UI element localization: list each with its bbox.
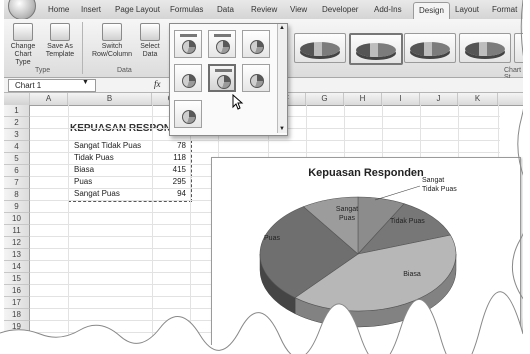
- grid-line: [30, 152, 500, 153]
- row-header[interactable]: 6: [4, 165, 30, 177]
- column-header[interactable]: A: [30, 93, 68, 105]
- row-header[interactable]: 8: [4, 189, 30, 201]
- column-header[interactable]: B: [68, 93, 152, 105]
- grid-line: [152, 105, 153, 345]
- row-header[interactable]: 3: [4, 129, 30, 141]
- row-header[interactable]: 16: [4, 285, 30, 297]
- chart-layout-7[interactable]: [174, 100, 202, 128]
- table-row-label[interactable]: Puas: [74, 176, 92, 188]
- chart-type-icon: [13, 23, 33, 41]
- grid-line: [30, 140, 500, 141]
- chart-layout-5[interactable]: [208, 64, 236, 92]
- pie-chart-object[interactable]: Kepuasan Responden Sangat Tidak Puas Tidak…: [211, 157, 521, 345]
- table-row-label[interactable]: Biasa: [74, 164, 94, 176]
- row-header[interactable]: 14: [4, 261, 30, 273]
- row-header[interactable]: 1: [4, 105, 30, 117]
- row-header[interactable]: 2: [4, 117, 30, 129]
- scroll-down-icon[interactable]: ▼: [279, 126, 285, 132]
- grid-line: [190, 105, 191, 345]
- table-row-label[interactable]: Sangat Puas: [74, 188, 120, 200]
- chart-layout-2[interactable]: [208, 30, 236, 58]
- chart-layout-gallery[interactable]: ▲ ▼: [169, 23, 288, 136]
- chart-layout-4[interactable]: [174, 64, 202, 92]
- tab-view[interactable]: View: [290, 5, 307, 14]
- save-as-template-button[interactable]: Save As Template: [42, 23, 78, 59]
- select-all-corner[interactable]: [4, 93, 30, 105]
- chart-layout-6[interactable]: [242, 64, 270, 92]
- group-label-data: Data: [117, 67, 132, 74]
- scroll-up-icon[interactable]: ▲: [279, 25, 285, 31]
- select-data-button[interactable]: Select Data: [136, 23, 164, 59]
- row-header[interactable]: 5: [4, 153, 30, 165]
- row-header[interactable]: 17: [4, 297, 30, 309]
- chart-style-2[interactable]: [349, 33, 403, 65]
- group-separator: [82, 22, 83, 74]
- table-row-value[interactable]: 295: [152, 176, 186, 188]
- row-header[interactable]: 4: [4, 141, 30, 153]
- excel-window: Home Insert Page Layout Formulas Data Re…: [4, 0, 523, 345]
- function-icon[interactable]: fx: [154, 79, 161, 89]
- data-label[interactable]: Sangat Tidak Puas: [422, 177, 457, 193]
- office-button[interactable]: [8, 0, 36, 20]
- chart-style-4[interactable]: [459, 33, 511, 63]
- template-icon: [50, 23, 70, 41]
- table-row-label[interactable]: Tidak Puas: [74, 152, 114, 164]
- chart-layout-3[interactable]: [242, 30, 270, 58]
- table-row-value[interactable]: 78: [152, 140, 186, 152]
- chart-style-3[interactable]: [404, 33, 456, 63]
- tab-review[interactable]: Review: [251, 5, 277, 14]
- mouse-cursor-icon: [232, 94, 244, 110]
- tab-developer[interactable]: Developer: [322, 5, 358, 14]
- row-header[interactable]: 11: [4, 225, 30, 237]
- row-header[interactable]: 7: [4, 177, 30, 189]
- tab-layout[interactable]: Layout: [455, 5, 479, 14]
- pie-chart: Kepuasan Responden Sangat Tidak Puas Tidak…: [259, 167, 457, 328]
- grid-line: [68, 105, 69, 345]
- tab-format[interactable]: Format: [492, 5, 517, 14]
- table-row-value[interactable]: 118: [152, 152, 186, 164]
- row-header[interactable]: 9: [4, 201, 30, 213]
- table-row-value[interactable]: 94: [152, 188, 186, 200]
- chart-layout-1[interactable]: [174, 30, 202, 58]
- column-header[interactable]: J: [420, 93, 458, 105]
- table-row-value[interactable]: 415: [152, 164, 186, 176]
- row-header[interactable]: 18: [4, 309, 30, 321]
- row-header[interactable]: 10: [4, 213, 30, 225]
- gallery-scrollbar[interactable]: ▲ ▼: [277, 24, 287, 133]
- tab-home[interactable]: Home: [48, 5, 69, 14]
- switch-icon: [102, 23, 122, 41]
- leader-line: [374, 185, 421, 201]
- switch-row-column-button[interactable]: Switch Row/Column: [88, 23, 136, 59]
- data-label[interactable]: Biasa: [403, 271, 421, 278]
- tab-add-ins[interactable]: Add-Ins: [374, 5, 402, 14]
- data-label[interactable]: Puas: [264, 235, 280, 242]
- column-header[interactable]: G: [306, 93, 344, 105]
- group-label-type: Type: [35, 67, 51, 74]
- table-row-label[interactable]: Sangat Tidak Puas: [74, 140, 141, 152]
- data-label[interactable]: Tidak Puas: [390, 218, 425, 225]
- change-chart-type-button[interactable]: Change Chart Type: [6, 23, 40, 67]
- row-header[interactable]: 12: [4, 237, 30, 249]
- column-header[interactable]: I: [382, 93, 420, 105]
- chart-style-5[interactable]: [514, 33, 523, 63]
- chart-style-1[interactable]: [294, 33, 346, 63]
- tab-data[interactable]: Data: [217, 5, 234, 14]
- row-header[interactable]: 13: [4, 249, 30, 261]
- column-header[interactable]: K: [458, 93, 498, 105]
- tab-formulas[interactable]: Formulas: [170, 5, 203, 14]
- row-header[interactable]: 15: [4, 273, 30, 285]
- ribbon-tab-bar: Home Insert Page Layout Formulas Data Re…: [4, 0, 523, 22]
- column-header[interactable]: H: [344, 93, 382, 105]
- tab-insert[interactable]: Insert: [81, 5, 101, 14]
- name-box-dropdown-icon[interactable]: ▼: [82, 79, 89, 86]
- chart-title[interactable]: Kepuasan Responden: [308, 167, 424, 179]
- select-data-icon: [140, 23, 160, 41]
- row-header[interactable]: 19: [4, 321, 30, 333]
- tab-page-layout[interactable]: Page Layout: [115, 5, 160, 14]
